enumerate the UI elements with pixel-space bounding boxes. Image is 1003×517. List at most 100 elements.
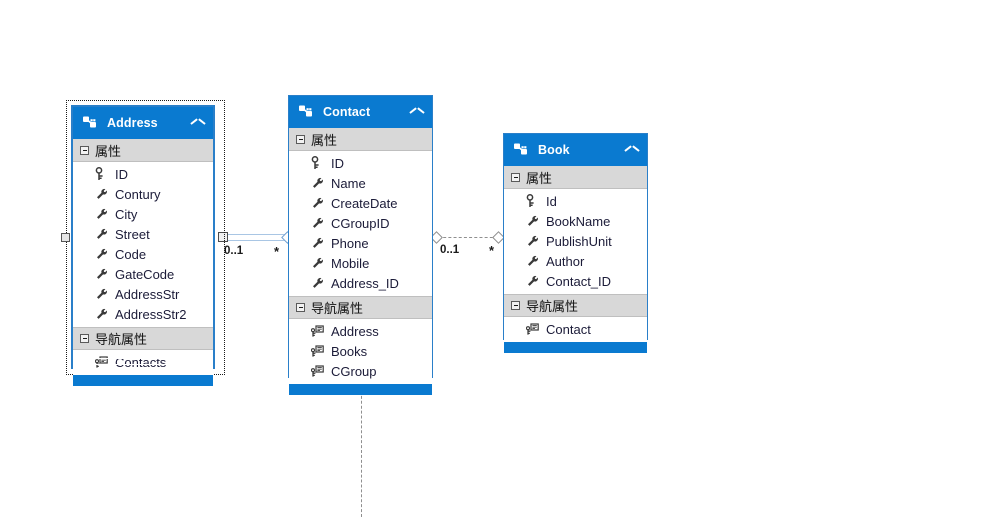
section-label: 属性	[95, 143, 122, 159]
scalar-property-icon	[95, 267, 108, 281]
property-row[interactable]: Address	[289, 321, 432, 341]
property-row[interactable]: Id	[504, 191, 647, 211]
entity-title-address: Address	[107, 116, 158, 130]
scalar-property-icon	[311, 256, 324, 270]
property-row[interactable]: CGroup	[289, 361, 432, 381]
entity-header-book[interactable]: Book	[504, 134, 647, 166]
property-name: BookName	[546, 213, 611, 229]
chevron-up-icon[interactable]	[625, 143, 639, 157]
multiplicity-label-source: 0..1	[224, 245, 244, 257]
entity-title-book: Book	[538, 143, 570, 157]
collapse-toggle-icon[interactable]	[80, 145, 89, 155]
section-label: 属性	[526, 170, 553, 186]
property-row[interactable]: Books	[289, 341, 432, 361]
scalar-property-icon	[311, 276, 324, 290]
scalar-property-icon	[526, 214, 539, 228]
chevron-up-icon[interactable]	[191, 116, 205, 130]
chevron-up-icon[interactable]	[410, 105, 424, 119]
property-row[interactable]: Contact_ID	[504, 271, 647, 291]
collapse-toggle-icon[interactable]	[80, 334, 89, 343]
navigation-property-icon	[310, 324, 324, 338]
property-name: AddressStr	[115, 286, 180, 302]
selection-resize-handle-left[interactable]	[61, 233, 70, 242]
association-contact-book[interactable]	[438, 237, 498, 238]
property-row[interactable]: Contacts	[73, 352, 213, 372]
property-row[interactable]: Code	[73, 244, 213, 264]
entity-type-icon	[513, 142, 529, 158]
scalar-property-icon	[526, 274, 539, 288]
section-label: 导航属性	[526, 299, 579, 314]
collapse-toggle-icon[interactable]	[511, 301, 520, 310]
section-header-navigation-properties[interactable]: 导航属性	[504, 294, 647, 317]
association-endpoint-handle-source[interactable]	[218, 232, 228, 242]
primary-key-icon	[95, 167, 108, 181]
entity-book[interactable]: Book 属性 Id BookName PublishUnit Author C…	[503, 133, 648, 353]
entity-header-address[interactable]: Address	[73, 107, 213, 139]
property-name: City	[115, 206, 138, 222]
scalar-property-icon	[95, 187, 108, 201]
navigation-property-icon	[310, 344, 324, 358]
scalar-property-icon	[95, 207, 108, 221]
property-row[interactable]: CreateDate	[289, 193, 432, 213]
property-name: ID	[115, 166, 128, 182]
multiplicity-label-source: 0..1	[440, 244, 460, 256]
entity-contact[interactable]: Contact 属性 ID Name CreateDate CGroupID P…	[288, 95, 433, 395]
section-header-navigation-properties[interactable]: 导航属性	[289, 296, 432, 319]
property-row[interactable]: AddressStr	[73, 284, 213, 304]
property-row[interactable]: GateCode	[73, 264, 213, 284]
association-contact-cgroup[interactable]	[361, 386, 362, 517]
collapse-toggle-icon[interactable]	[296, 134, 305, 144]
scalar-property-icon	[526, 234, 539, 248]
property-name: Address_ID	[331, 275, 399, 291]
property-name: Contury	[115, 186, 161, 202]
collapse-toggle-icon[interactable]	[296, 303, 305, 312]
section-header-navigation-properties[interactable]: 导航属性	[73, 327, 213, 350]
property-row[interactable]: Contact	[504, 319, 647, 339]
primary-key-icon	[311, 156, 324, 170]
entity-type-icon	[298, 104, 314, 120]
entity-title-contact: Contact	[323, 105, 371, 119]
property-list-properties: Id BookName PublishUnit Author Contact_I…	[504, 189, 647, 294]
entity-footer-contact	[289, 384, 432, 395]
section-header-properties[interactable]: 属性	[289, 128, 432, 151]
property-list-navigation: Contact	[504, 317, 647, 342]
property-row[interactable]: Name	[289, 173, 432, 193]
property-name: Books	[331, 343, 368, 359]
property-row[interactable]: Contury	[73, 184, 213, 204]
property-row[interactable]: Mobile	[289, 253, 432, 273]
property-row[interactable]: Author	[504, 251, 647, 271]
navigation-property-icon	[310, 364, 324, 378]
property-row[interactable]: Phone	[289, 233, 432, 253]
property-row[interactable]: Street	[73, 224, 213, 244]
section-header-properties[interactable]: 属性	[73, 139, 213, 162]
entity-header-contact[interactable]: Contact	[289, 96, 432, 128]
property-row[interactable]: City	[73, 204, 213, 224]
diagram-canvas[interactable]: 0..1 * 0..1 * * Address 属性	[0, 0, 1003, 517]
entity-address[interactable]: Address 属性 ID Contury City Street Code G…	[71, 105, 215, 386]
property-name: Mobile	[331, 255, 370, 271]
scalar-property-icon	[95, 227, 108, 241]
property-row[interactable]: AddressStr2	[73, 304, 213, 324]
property-name: ID	[331, 155, 344, 171]
property-row[interactable]: ID	[289, 153, 432, 173]
section-header-properties[interactable]: 属性	[504, 166, 647, 189]
property-row[interactable]: BookName	[504, 211, 647, 231]
property-list-navigation: Address Books CGroup	[289, 319, 432, 384]
collapse-toggle-icon[interactable]	[511, 172, 520, 182]
multiplicity-label-target: *	[489, 243, 495, 258]
property-name: Phone	[331, 235, 369, 251]
property-row[interactable]: CGroupID	[289, 213, 432, 233]
entity-type-icon	[82, 115, 98, 131]
scalar-property-icon	[311, 236, 324, 250]
property-row[interactable]: Address_ID	[289, 273, 432, 293]
scalar-property-icon	[311, 216, 324, 230]
property-name: Contact_ID	[546, 273, 612, 289]
property-list-properties: ID Contury City Street Code GateCode Add…	[73, 162, 213, 327]
property-row[interactable]: ID	[73, 164, 213, 184]
primary-key-icon	[526, 194, 539, 208]
association-address-contact[interactable]	[223, 234, 286, 241]
scalar-property-icon	[311, 196, 324, 210]
property-name: AddressStr2	[115, 306, 187, 322]
property-row[interactable]: PublishUnit	[504, 231, 647, 251]
entity-footer-book	[504, 342, 647, 353]
